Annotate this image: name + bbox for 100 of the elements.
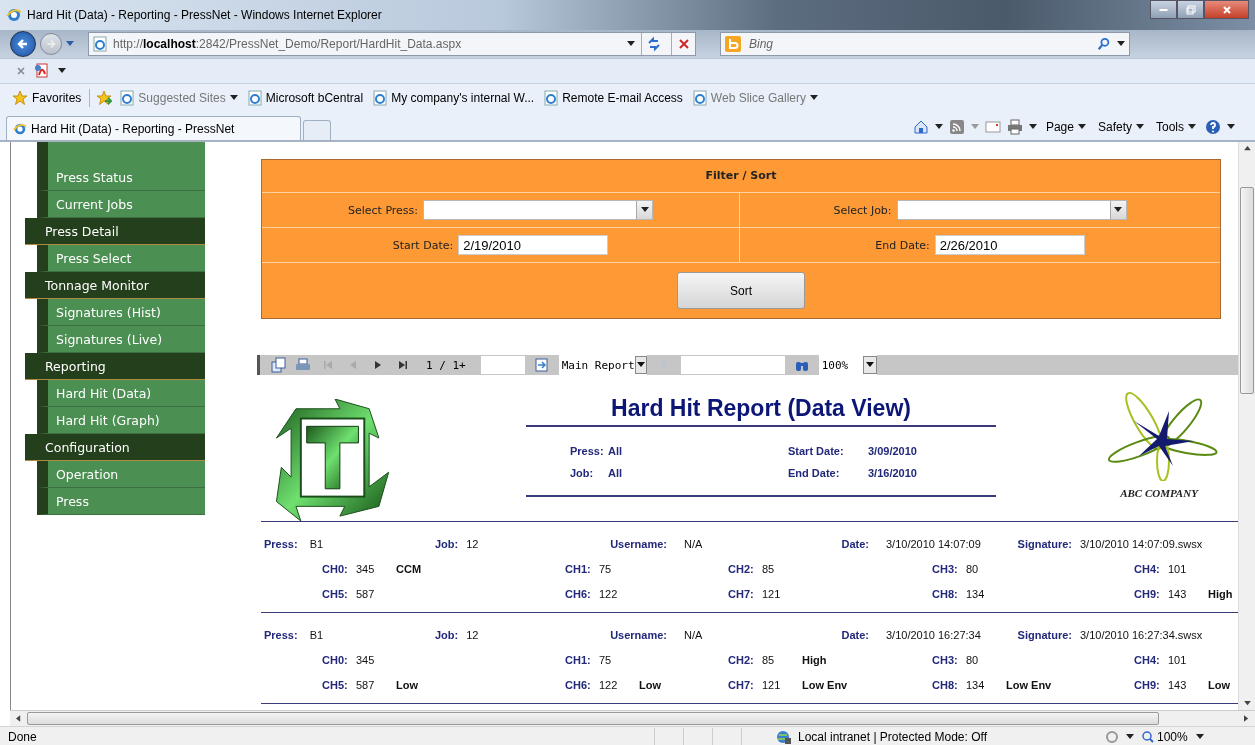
command-menu[interactable]: Page (1042, 120, 1089, 134)
caret-icon[interactable] (1195, 733, 1204, 740)
date-field[interactable]: 2/26/2010 (934, 235, 1085, 255)
field-label: Signature: (1016, 538, 1072, 550)
address-field[interactable]: http://localhost:2842/PressNet_Demo/Report/HardHit_Data.aspx (88, 32, 696, 56)
select-field[interactable] (896, 200, 1127, 220)
help-icon[interactable] (1205, 119, 1221, 135)
sidebar-item[interactable]: Operation (37, 461, 205, 488)
close-button[interactable] (1204, 0, 1249, 19)
channel-label: CH1: (565, 653, 592, 666)
minimize-button[interactable] (1150, 0, 1177, 19)
channel-status-text: Low Env (802, 678, 848, 691)
favorites-button[interactable]: Favorites (10, 90, 84, 106)
report-title: Hard Hit Report (Data View) (526, 395, 996, 427)
channel-status-text: Low Env (1006, 678, 1052, 691)
field-label: Press: (264, 538, 298, 550)
sidebar-heading[interactable]: Tonnage Monitor (25, 272, 205, 299)
sidebar-item[interactable]: Signatures (Hist) (37, 299, 205, 326)
caret-icon[interactable] (58, 68, 66, 74)
zoom-select[interactable]: 100% (818, 355, 877, 375)
channel-label: CH8: (932, 678, 959, 691)
find-field[interactable] (680, 356, 785, 374)
scroll-thumb[interactable] (1240, 187, 1254, 394)
sidebar-heading[interactable]: Press Detail (25, 218, 205, 245)
sidebar-item[interactable]: Press Select (37, 245, 205, 272)
select-field[interactable] (423, 200, 654, 220)
sidebar-item[interactable]: Press (37, 488, 205, 515)
command-menu[interactable]: Safety (1094, 120, 1147, 134)
scroll-right-icon[interactable] (1244, 715, 1249, 722)
field-value: N/A (683, 629, 703, 641)
print-icon[interactable] (1006, 119, 1023, 135)
scroll-left-icon[interactable] (16, 715, 21, 722)
sidebar-item[interactable]: Hard Hit (Graph) (37, 407, 205, 434)
favorite-link[interactable]: My company's internal W... (371, 90, 537, 106)
filter-title: Filter / Sort (262, 160, 1220, 193)
caret-icon (810, 95, 818, 101)
sidebar-heading[interactable]: Configuration (25, 434, 205, 461)
add-favorite-icon[interactable] (96, 90, 113, 106)
horizontal-scrollbar[interactable] (10, 710, 1255, 726)
dropdown-button[interactable] (1109, 201, 1126, 219)
caret-icon[interactable] (1028, 124, 1037, 130)
caret-icon[interactable] (1126, 733, 1134, 740)
channel-label: CH7: (728, 678, 755, 691)
window-title: Hard Hit (Data) - Reporting - PressNet - Windows Internet Explorer (27, 8, 382, 22)
favorite-link[interactable]: Microsoft bCentral (245, 90, 366, 106)
caret-icon[interactable] (1117, 41, 1125, 47)
zoom-button[interactable]: 100% (1140, 729, 1190, 744)
search-provider-icon (725, 36, 741, 52)
dropdown-button[interactable] (862, 356, 877, 374)
page-number-field[interactable] (480, 356, 525, 374)
browser-tab[interactable]: Hard Hit (Data) - Reporting - PressNet (6, 116, 301, 140)
dropdown-button[interactable] (636, 201, 653, 219)
sidebar-item[interactable]: Hard Hit (Data) (37, 380, 205, 407)
caret-icon (640, 207, 649, 213)
maximize-button[interactable] (1177, 0, 1204, 19)
scroll-down-icon[interactable] (1243, 701, 1251, 706)
channel-label: CH4: (1134, 562, 1161, 575)
report-select[interactable]: Main Report (558, 355, 647, 375)
field-label: Signature: (1016, 629, 1072, 641)
channel-label: CH2: (728, 653, 755, 666)
favorite-link[interactable]: Suggested Sites (118, 90, 240, 106)
caret-icon (636, 362, 645, 368)
search-icon[interactable] (1097, 37, 1111, 51)
go-icon[interactable] (533, 357, 550, 373)
field-value: 3/10/2010 16:27:34 (885, 629, 981, 641)
favorite-link[interactable]: Remote E-mail Access (542, 90, 685, 106)
sidebar-item[interactable]: Press Status (37, 164, 205, 191)
search-box[interactable]: Bing (720, 32, 1130, 56)
caret-icon (865, 362, 874, 368)
favorite-link[interactable]: Web Slice Gallery (690, 90, 820, 106)
caret-icon[interactable] (1227, 124, 1235, 130)
info-label: End Date: (788, 467, 841, 479)
info-label: Press: (570, 445, 605, 457)
search-field[interactable]: Bing (747, 36, 1091, 52)
channel-value: 134 (966, 678, 986, 691)
channel-value: 134 (966, 587, 986, 600)
scroll-up-icon[interactable] (1243, 146, 1251, 151)
home-icon[interactable] (912, 119, 929, 135)
channel-label: CH8: (932, 587, 959, 600)
export-icon[interactable] (270, 357, 286, 373)
dropdown-button[interactable] (634, 356, 647, 374)
sort-button[interactable]: Sort (677, 272, 805, 309)
caret-icon[interactable] (934, 124, 943, 130)
sidebar-item[interactable]: Current Jobs (37, 191, 205, 218)
forward-button[interactable] (40, 33, 62, 55)
command-menu[interactable]: Tools (1153, 120, 1199, 134)
sidebar-item[interactable]: Signatures (Live) (37, 326, 205, 353)
channel-value: 75 (599, 653, 613, 666)
caret-icon[interactable] (627, 41, 635, 47)
close-icon[interactable] (16, 66, 26, 76)
vertical-scrollbar[interactable] (1238, 142, 1255, 710)
pdf-icon[interactable] (34, 63, 50, 79)
print-icon[interactable] (295, 357, 311, 373)
scroll-thumb[interactable] (27, 712, 1159, 725)
sidebar-heading[interactable]: Reporting (25, 353, 205, 380)
channel-label: CH5: (322, 678, 349, 691)
feed-icon[interactable] (948, 119, 965, 135)
security-icon[interactable] (1104, 728, 1120, 745)
back-button[interactable] (10, 31, 36, 57)
date-field[interactable]: 2/19/2010 (458, 235, 609, 255)
